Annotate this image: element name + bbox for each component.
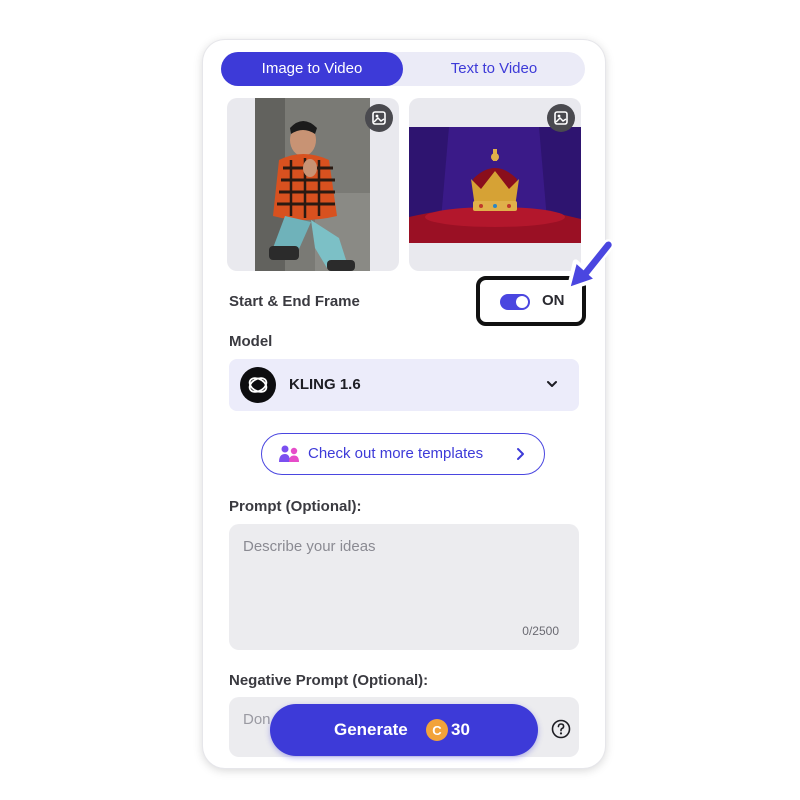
end-frame-image	[409, 127, 581, 243]
negative-prompt-placeholder: Don	[243, 711, 271, 728]
tab-text-to-video[interactable]: Text to Video	[403, 52, 585, 86]
templates-button-label: Check out more templates	[308, 445, 484, 462]
generate-button[interactable]: Generate C 30	[270, 704, 538, 756]
prompt-input[interactable]: Describe your ideas 0/2500	[229, 524, 579, 650]
start-frame-slot[interactable]	[227, 98, 399, 271]
generate-button-label: Generate	[334, 720, 408, 739]
chevron-right-icon	[517, 448, 524, 460]
pointer-arrow-icon	[566, 239, 615, 291]
help-icon[interactable]	[551, 719, 571, 739]
toggle-state-label: ON	[542, 292, 565, 309]
generate-cost: 30	[451, 720, 470, 739]
prompt-char-count: 0/2500	[522, 624, 559, 638]
check-templates-button[interactable]: Check out more templates	[261, 433, 545, 475]
image-replace-icon	[554, 111, 568, 125]
model-select[interactable]: KLING 1.6	[229, 359, 579, 411]
prompt-placeholder: Describe your ideas	[243, 538, 376, 555]
model-label: Model	[229, 333, 273, 350]
generator-panel: Image to Video Text to Video Start & End…	[203, 40, 605, 768]
toggle-knob	[516, 296, 528, 308]
kling-logo-icon	[240, 367, 276, 403]
replace-end-image-button[interactable]	[547, 104, 575, 132]
negative-prompt-label: Negative Prompt (Optional):	[229, 672, 429, 689]
tab-image-to-video[interactable]: Image to Video	[221, 52, 403, 86]
mode-tabs: Image to Video Text to Video	[221, 52, 585, 86]
end-frame-slot[interactable]	[409, 98, 581, 271]
prompt-label: Prompt (Optional):	[229, 498, 362, 515]
credit-coin-icon: C	[426, 719, 448, 741]
replace-start-image-button[interactable]	[365, 104, 393, 132]
chevron-down-icon	[547, 381, 557, 387]
start-end-frame-toggle[interactable]	[500, 294, 530, 310]
start-frame-image	[255, 98, 370, 271]
start-end-frame-label: Start & End Frame	[229, 293, 360, 310]
people-icon	[279, 445, 299, 462]
selected-model: KLING 1.6	[289, 376, 361, 393]
image-replace-icon	[372, 111, 386, 125]
